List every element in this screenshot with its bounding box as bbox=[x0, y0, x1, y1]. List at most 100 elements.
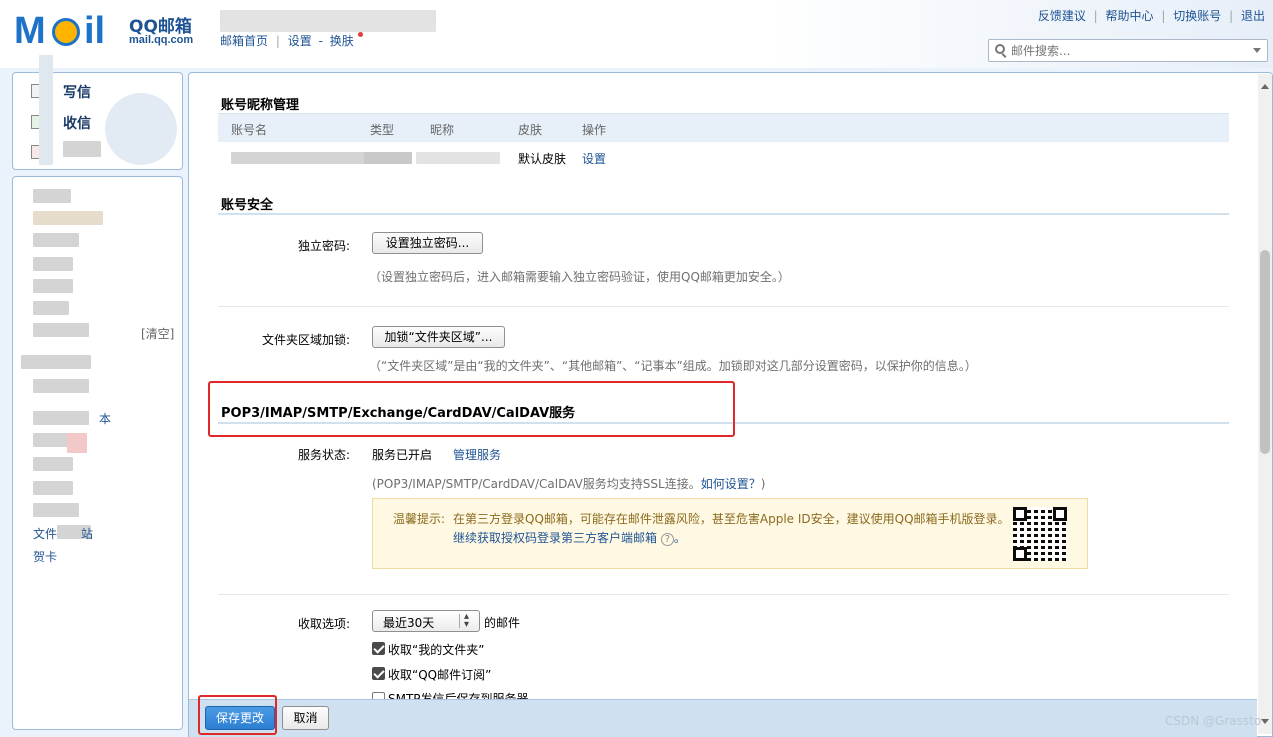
qr-finder-bl bbox=[1013, 547, 1027, 561]
blurred-account-type bbox=[364, 152, 412, 164]
blurred-folder bbox=[33, 457, 73, 471]
top-links: 反馈建议 | 帮助中心 | 切换账号 | 退出 bbox=[1038, 7, 1265, 24]
header: M il QQ邮箱 mail.qq.com 邮箱首页 | 设置 - 换肤 反馈建… bbox=[0, 0, 1273, 68]
col-action: 操作 bbox=[582, 123, 607, 137]
nav-skin-link[interactable]: 换肤 bbox=[330, 34, 354, 48]
get-auth-code-link[interactable]: 继续获取授权码登录第三方客户端邮箱 bbox=[453, 531, 657, 545]
blurred-folder bbox=[33, 481, 73, 495]
scroll-down-arrow-icon[interactable] bbox=[1261, 719, 1269, 724]
scroll-up-arrow-icon[interactable] bbox=[1261, 84, 1269, 89]
new-dot-icon bbox=[357, 32, 363, 37]
folder-lock-label: 文件夹区域加锁: bbox=[261, 333, 350, 347]
greeting-card-link[interactable]: 贺卡 bbox=[33, 548, 57, 565]
search-box[interactable] bbox=[988, 39, 1268, 62]
fetch-options-label: 收取选项: bbox=[297, 617, 350, 631]
qq-mail-logo[interactable]: M il bbox=[14, 10, 124, 52]
qr-code-icon bbox=[1013, 507, 1067, 561]
blurred-folder bbox=[33, 323, 89, 337]
fetch-subscriptions-checkbox[interactable] bbox=[372, 667, 385, 680]
help-question-icon[interactable]: ? bbox=[660, 533, 674, 546]
sidebar-folders-panel: [清空] 本 文件 站 贺卡 bbox=[12, 176, 183, 730]
nav-settings-link[interactable]: 设置 bbox=[288, 34, 312, 48]
blurred-folder bbox=[33, 411, 89, 425]
blurred-folder bbox=[21, 355, 91, 369]
how-to-setup-link[interactable]: 如何设置？ bbox=[701, 477, 761, 491]
qr-finder-tr bbox=[1053, 507, 1067, 521]
select-up-down-icon: ▴ ▾ bbox=[464, 611, 470, 630]
search-input[interactable] bbox=[1011, 42, 1241, 59]
trash-label-prefix[interactable]: 文件 bbox=[33, 525, 57, 542]
account-table-header: 账号名 类型 昵称 皮肤 操作 bbox=[218, 113, 1229, 142]
red-highlight-box-title bbox=[208, 381, 735, 437]
blurred-folder bbox=[33, 301, 69, 315]
trash-label-suffix[interactable]: 站 bbox=[81, 525, 93, 542]
fetch-range-value: 最近30天 bbox=[383, 616, 435, 630]
top-links-separator: | bbox=[1161, 9, 1166, 23]
red-highlight-box-save bbox=[198, 695, 277, 735]
select-divider bbox=[459, 614, 460, 628]
col-type: 类型 bbox=[370, 123, 395, 137]
blurred-folder bbox=[33, 379, 89, 393]
account-settings-link[interactable]: 设置 bbox=[582, 150, 606, 167]
security-warning-box: 温馨提示: 在第三方登录QQ邮箱，可能存在邮件泄露风险，甚至危害Apple ID… bbox=[372, 498, 1088, 569]
warning-auth-line: 继续获取授权码登录第三方客户端邮箱 ?。 bbox=[453, 529, 686, 546]
brand-domain: mail.qq.com bbox=[129, 34, 194, 46]
blurred-starred bbox=[33, 211, 103, 225]
blurred-folder bbox=[67, 433, 87, 453]
footer-bar bbox=[189, 699, 1257, 737]
nav-dash: - bbox=[318, 34, 323, 48]
logo-letters-il: il bbox=[84, 10, 106, 52]
fetch-my-folders-label: 收取“我的文件夹” bbox=[388, 643, 485, 657]
lock-folder-area-button[interactable]: 加锁“文件夹区域”... bbox=[372, 326, 505, 348]
search-icon-handle bbox=[1001, 53, 1007, 58]
feedback-link[interactable]: 反馈建议 bbox=[1038, 9, 1086, 23]
nav-separator: | bbox=[275, 34, 280, 48]
blurred-contacts-label bbox=[63, 141, 101, 157]
blurred-folder bbox=[33, 503, 79, 517]
fetch-my-folders-checkbox[interactable] bbox=[372, 642, 385, 655]
nav-home-link[interactable]: 邮箱首页 bbox=[220, 34, 268, 48]
ssl-hint-text: (POP3/IMAP/SMTP/CardDAV/CalDAV服务均支持SSL连接… bbox=[372, 477, 701, 491]
set-independent-password-button[interactable]: 设置独立密码... bbox=[372, 232, 483, 254]
write-mail-link[interactable]: 写信 bbox=[63, 82, 91, 102]
fetch-range-suffix: 的邮件 bbox=[484, 616, 521, 630]
section-divider bbox=[218, 306, 1229, 307]
search-icon bbox=[995, 44, 1005, 54]
skin-value: 默认皮肤 bbox=[518, 152, 567, 166]
independent-password-hint: （设置独立密码后，进入邮箱需要输入独立密码验证，使用QQ邮箱更加安全。） bbox=[369, 270, 790, 284]
warning-prefix: 温馨提示: bbox=[393, 512, 446, 526]
blurred-folder bbox=[33, 279, 73, 293]
col-account-name: 账号名 bbox=[231, 123, 268, 137]
section-title-account-nick: 账号昵称管理 bbox=[221, 98, 300, 113]
blurred-account-id bbox=[231, 152, 365, 164]
ssl-hint: (POP3/IMAP/SMTP/CardDAV/CalDAV服务均支持SSL连接… bbox=[372, 475, 765, 492]
top-links-separator: | bbox=[1229, 9, 1234, 23]
qr-finder-tl bbox=[1013, 507, 1027, 521]
logout-link[interactable]: 退出 bbox=[1241, 9, 1265, 23]
clear-trash-link[interactable]: [清空] bbox=[141, 325, 174, 342]
scrollbar-thumb[interactable] bbox=[1260, 250, 1270, 454]
qq-watermark-decoration bbox=[105, 93, 177, 165]
fetch-range-select[interactable]: 最近30天 ▴ ▾ bbox=[372, 610, 480, 632]
scrollbar-track[interactable] bbox=[1258, 74, 1272, 734]
switch-account-link[interactable]: 切换账号 bbox=[1173, 9, 1221, 23]
search-dropdown-icon[interactable] bbox=[1253, 48, 1261, 53]
logo-letter-m: M bbox=[14, 10, 46, 52]
account-table-row: 默认皮肤 设置 bbox=[218, 142, 1229, 172]
warning-auth-line-end: 。 bbox=[673, 531, 686, 545]
blurred-account-name bbox=[220, 10, 436, 32]
service-status-label: 服务状态: bbox=[297, 448, 350, 462]
blurred-folder bbox=[33, 257, 73, 271]
section-title-security: 账号安全 bbox=[221, 198, 274, 213]
col-nickname: 昵称 bbox=[430, 123, 455, 137]
csdn-watermark: CSDN @Grassto bbox=[1165, 714, 1262, 728]
blurred-folder bbox=[33, 233, 79, 247]
help-link[interactable]: 帮助中心 bbox=[1106, 9, 1154, 23]
receive-mail-link[interactable]: 收信 bbox=[63, 113, 91, 133]
cancel-button[interactable]: 取消 bbox=[282, 706, 329, 730]
ssl-hint-end: ) bbox=[760, 477, 766, 491]
independent-password-label: 独立密码: bbox=[297, 239, 350, 253]
warning-text: 在第三方登录QQ邮箱，可能存在邮件泄露风险，甚至危害Apple ID安全，建议使… bbox=[453, 512, 1010, 526]
manage-service-link[interactable]: 管理服务 bbox=[453, 446, 501, 463]
fetch-subscriptions-label: 收取“QQ邮件订阅” bbox=[388, 668, 492, 682]
